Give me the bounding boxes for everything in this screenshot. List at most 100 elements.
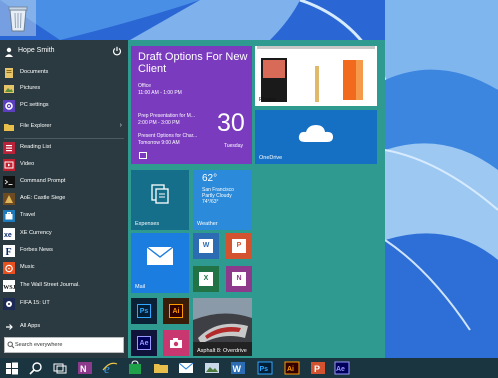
search-input[interactable]: Search everywhere: [4, 337, 124, 353]
menu-item-label: Documents: [20, 69, 49, 75]
photos-icon[interactable]: [204, 360, 220, 376]
menu-item-xe-currency[interactable]: xe XE Currency: [0, 226, 128, 242]
calendar-day-number: 30: [217, 109, 245, 137]
photos-label: Photos: [259, 97, 277, 103]
powerpoint-tile[interactable]: P: [226, 233, 252, 259]
store-icon[interactable]: [127, 360, 143, 376]
menu-item-wsj[interactable]: WSJ The Wall Street Journal.: [0, 278, 128, 294]
task-view-icon[interactable]: [52, 360, 68, 376]
recycle-bin-icon[interactable]: [0, 0, 36, 36]
menu-item-label: Pictures: [20, 85, 41, 91]
svg-text:Ai: Ai: [287, 366, 294, 373]
gear-icon: [3, 100, 15, 112]
after-effects-tile[interactable]: Ae: [131, 330, 157, 356]
menu-item-pictures[interactable]: Pictures: [0, 81, 128, 97]
svg-text:N: N: [80, 364, 87, 374]
file-explorer-icon[interactable]: [153, 360, 169, 376]
calendar-event-location: Office: [138, 83, 151, 89]
menu-item-label: The Wall Street Journal.: [20, 282, 80, 288]
menu-item-label: XE Currency: [20, 230, 52, 236]
menu-item-label: Forbes News: [20, 247, 53, 253]
photoshop-icon[interactable]: Ps: [257, 360, 273, 376]
pictures-icon: [4, 85, 14, 93]
illustrator-tile[interactable]: Ai: [163, 298, 189, 324]
menu-item-video[interactable]: Video: [0, 157, 128, 173]
onenote-tile[interactable]: N: [226, 266, 252, 292]
onedrive-tile[interactable]: OneDrive: [255, 110, 377, 164]
after-effects-icon: Ae: [137, 336, 151, 350]
svg-text:xe: xe: [4, 232, 12, 239]
command-prompt-icon: [3, 176, 15, 188]
menu-item-documents[interactable]: Documents: [0, 65, 128, 81]
music-icon: [3, 262, 15, 274]
arrow-right-icon: [6, 324, 13, 330]
calendar-event3-time: Tomorrow 9:00 AM: [138, 140, 180, 146]
expenses-icon: [151, 184, 169, 204]
chevron-right-icon[interactable]: ›: [120, 122, 122, 129]
menu-item-label: Video: [20, 161, 35, 167]
calendar-event3-title: Present Options for Char...: [138, 133, 198, 139]
aoe-icon: [3, 193, 15, 205]
expenses-tile[interactable]: Expenses: [131, 170, 189, 230]
after-effects-icon[interactable]: Ae: [334, 360, 350, 376]
svg-text:F: F: [6, 247, 12, 257]
powerpoint-icon[interactable]: P: [310, 360, 326, 376]
photos-tile[interactable]: Photos: [255, 46, 377, 106]
weather-details: San Francisco Partly Cloudy 74°/63°: [202, 187, 234, 205]
excel-icon: X: [199, 272, 213, 286]
mail-tile[interactable]: Mail: [131, 233, 189, 293]
photoshop-icon: Ps: [137, 304, 151, 318]
mail-icon[interactable]: [178, 360, 194, 376]
menu-item-label: Command Prompt: [20, 178, 66, 184]
weather-temperature: 62°: [202, 173, 218, 184]
excel-tile[interactable]: X: [193, 266, 219, 292]
taskbar: N e W Ps Ai P Ae: [0, 358, 498, 378]
menu-item-file-explorer[interactable]: File Explorer ›: [0, 119, 128, 135]
cloud-icon: [298, 125, 333, 142]
menu-item-forbes-news[interactable]: F Forbes News: [0, 243, 128, 259]
photoshop-tile[interactable]: Ps: [131, 298, 157, 324]
envelope-icon: [146, 246, 174, 265]
menu-item-travel[interactable]: Travel: [0, 208, 128, 224]
svg-text:Ae: Ae: [336, 366, 345, 373]
menu-item-aoe-castle-siege[interactable]: AoE: Castle Siege: [0, 191, 128, 207]
word-tile[interactable]: W: [193, 233, 219, 259]
forbes-icon: F: [3, 245, 15, 257]
xe-currency-icon: xe: [3, 228, 15, 240]
video-icon: [3, 159, 15, 171]
internet-explorer-icon[interactable]: e: [102, 360, 118, 376]
camera-tile[interactable]: [163, 330, 189, 356]
reading-list-icon: [3, 142, 15, 154]
weather-range: 74°/63°: [202, 199, 219, 205]
menu-item-reading-list[interactable]: Reading List: [0, 140, 128, 156]
onenote-icon: N: [232, 272, 246, 286]
menu-item-label: PC settings: [20, 102, 49, 108]
menu-item-command-prompt[interactable]: Command Prompt: [0, 174, 128, 190]
calendar-weekday: Tuesday: [224, 143, 243, 149]
camera-icon: [170, 338, 182, 348]
windows-icon[interactable]: [4, 360, 20, 376]
menu-item-label: FIFA 15: UT: [20, 300, 50, 306]
expenses-label: Expenses: [135, 221, 160, 227]
folder-icon: [4, 124, 14, 131]
menu-item-pc-settings[interactable]: PC settings: [0, 98, 128, 114]
menu-divider: [4, 138, 124, 139]
illustrator-icon[interactable]: Ai: [284, 360, 300, 376]
all-apps-button[interactable]: All Apps: [0, 319, 128, 335]
search-placeholder: Search everywhere: [15, 342, 63, 348]
user-account[interactable]: Hope Smith: [0, 44, 128, 60]
asphalt-label: Asphalt 8: Overdrive: [197, 348, 247, 354]
calendar-tile[interactable]: Draft Options For New Client Office 11:0…: [131, 46, 252, 164]
weather-tile[interactable]: 62° San Francisco Partly Cloudy 74°/63° …: [193, 170, 252, 230]
menu-item-music[interactable]: Music: [0, 260, 128, 276]
onedrive-label: OneDrive: [259, 155, 283, 161]
word-icon[interactable]: W: [230, 360, 246, 376]
calendar-event2-title: Prep Presentation for M...: [138, 113, 195, 119]
onenote-icon[interactable]: N: [77, 360, 93, 376]
power-icon[interactable]: [112, 46, 122, 56]
menu-item-fifa[interactable]: FIFA 15: UT: [0, 296, 128, 312]
search-icon[interactable]: [28, 360, 44, 376]
asphalt-tile[interactable]: Asphalt 8: Overdrive: [193, 298, 252, 356]
svg-text:Ps: Ps: [260, 366, 269, 373]
fifa-icon: [3, 298, 15, 310]
